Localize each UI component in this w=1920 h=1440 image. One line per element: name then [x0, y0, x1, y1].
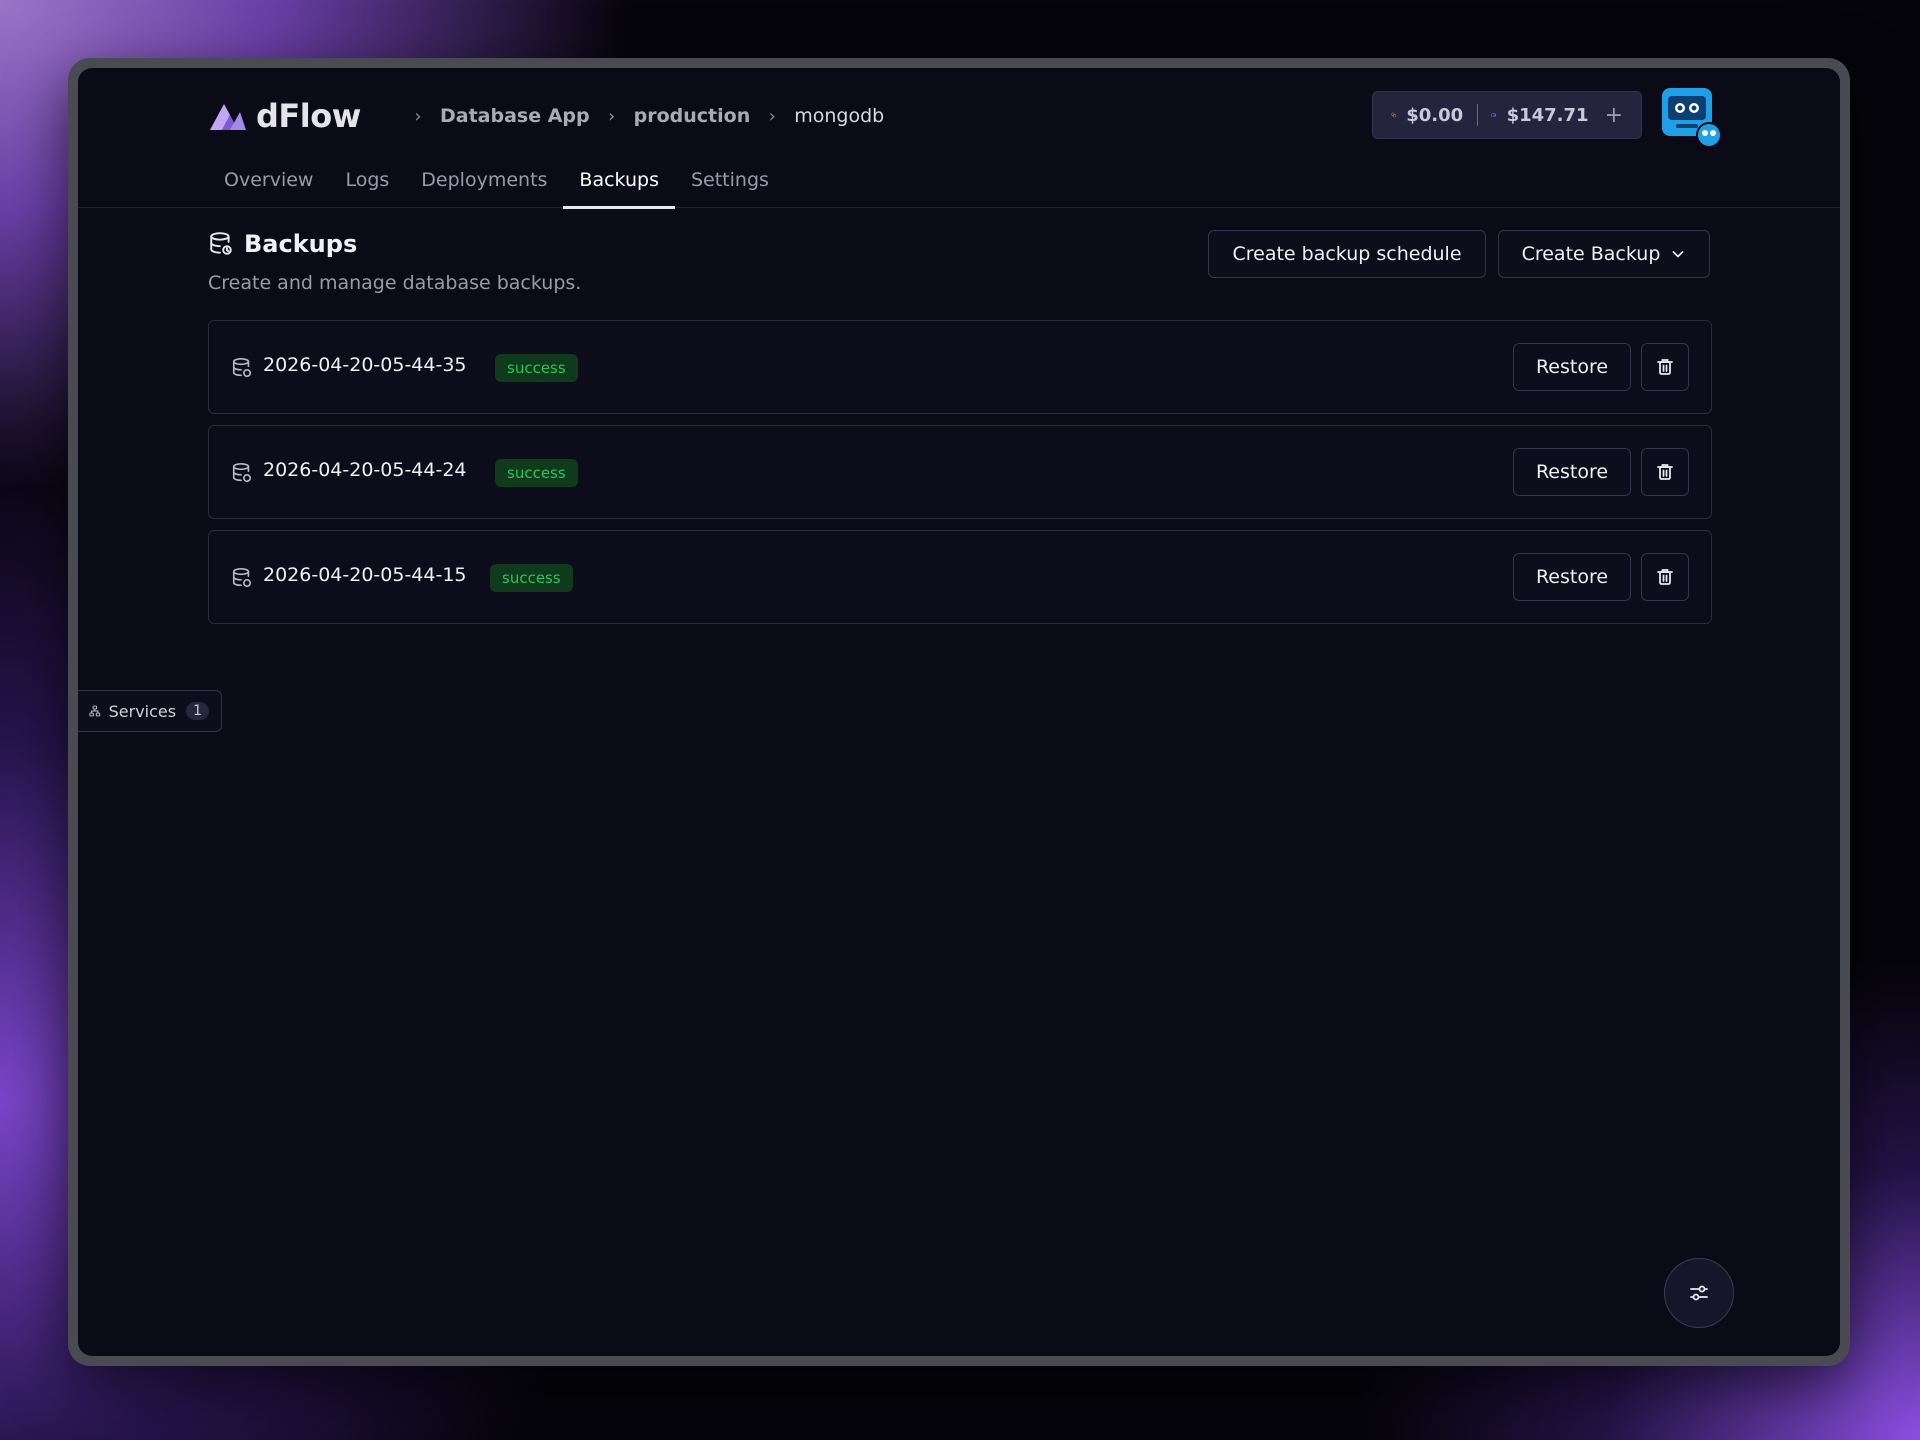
breadcrumb-environment[interactable]: production [634, 105, 751, 127]
delete-backup-button[interactable] [1641, 553, 1689, 601]
delete-backup-button[interactable] [1641, 448, 1689, 496]
restore-label: Restore [1535, 461, 1609, 483]
tab-overview[interactable]: Overview [208, 158, 329, 208]
backup-timestamp: 2026-04-20-05-44-24 [263, 459, 467, 481]
services-label: Services [108, 701, 177, 721]
restore-button[interactable]: Restore [1513, 343, 1631, 391]
restore-button[interactable]: Restore [1513, 448, 1631, 496]
database-backup-icon [210, 232, 232, 255]
coins-icon [1391, 112, 1396, 118]
trash-icon [1657, 569, 1673, 585]
chevron-down-icon [1673, 251, 1684, 258]
sliders-icon [1690, 1285, 1708, 1301]
tab-logs[interactable]: Logs [329, 158, 405, 208]
wallet-balance: $147.71 [1506, 104, 1589, 126]
network-icon [89, 705, 101, 717]
trash-icon [1657, 359, 1673, 375]
restore-label: Restore [1535, 356, 1609, 378]
page-subtitle: Create and manage database backups. [208, 272, 582, 294]
robot-avatar-icon [1662, 88, 1722, 148]
top-navigation: dFlow › Database App › production › mong… [78, 68, 1840, 209]
backup-row: 2026-04-20-05-44-24 success Restore [208, 425, 1712, 519]
backup-row: 2026-04-20-05-44-35 success Restore [208, 320, 1712, 414]
create-backup-schedule-label: Create backup schedule [1232, 243, 1462, 265]
create-backup-button[interactable]: Create Backup [1498, 230, 1710, 278]
tab-backups[interactable]: Backups [563, 158, 675, 209]
services-panel-toggle[interactable]: Services 1 [78, 690, 222, 732]
backup-row: 2026-04-20-05-44-15 success Restore [208, 530, 1712, 624]
section-header: Backups Create and manage database backu… [208, 230, 581, 294]
breadcrumb-project[interactable]: Database App [440, 105, 590, 127]
section-title-row: Backups [208, 230, 581, 258]
create-backup-schedule-button[interactable]: Create backup schedule [1208, 230, 1486, 278]
status-badge: success [490, 564, 573, 592]
device-frame: dFlow › Database App › production › mong… [68, 58, 1850, 1366]
database-backup-icon [232, 463, 252, 483]
settings-fab-button[interactable] [1664, 1258, 1734, 1328]
app-screen: dFlow › Database App › production › mong… [78, 68, 1840, 1356]
backup-timestamp: 2026-04-20-05-44-35 [263, 354, 467, 376]
plus-icon[interactable]: + [1605, 103, 1623, 128]
breadcrumb-separator: › [608, 105, 616, 127]
status-badge: success [495, 459, 578, 487]
backup-timestamp: 2026-04-20-05-44-15 [263, 564, 467, 586]
page-title: Backups [244, 230, 358, 258]
trash-icon [1657, 464, 1673, 480]
breadcrumb: › Database App › production › mongodb [396, 98, 884, 134]
database-backup-icon [232, 568, 252, 588]
dflow-logo-icon [210, 104, 246, 130]
tab-bar: Overview Logs Deployments Backups Settin… [208, 158, 785, 209]
database-backup-icon [232, 358, 252, 378]
delete-backup-button[interactable] [1641, 343, 1689, 391]
status-badge: success [495, 354, 578, 382]
brand-name: dFlow [256, 97, 361, 135]
tab-deployments[interactable]: Deployments [405, 158, 563, 208]
services-count-badge: 1 [186, 702, 209, 720]
wallet-icon [1491, 113, 1497, 117]
create-backup-label: Create Backup [1521, 243, 1661, 265]
breadcrumb-separator: › [768, 105, 776, 127]
breadcrumb-separator: › [414, 105, 422, 127]
credits-amount: $0.00 [1406, 104, 1464, 126]
brand[interactable]: dFlow [208, 96, 361, 136]
tab-settings[interactable]: Settings [675, 158, 785, 208]
wallet-widget[interactable]: $0.00 $147.71 + [1372, 91, 1642, 139]
breadcrumb-service[interactable]: mongodb [794, 105, 884, 127]
avatar[interactable] [1662, 88, 1722, 148]
restore-button[interactable]: Restore [1513, 553, 1631, 601]
restore-label: Restore [1535, 566, 1609, 588]
